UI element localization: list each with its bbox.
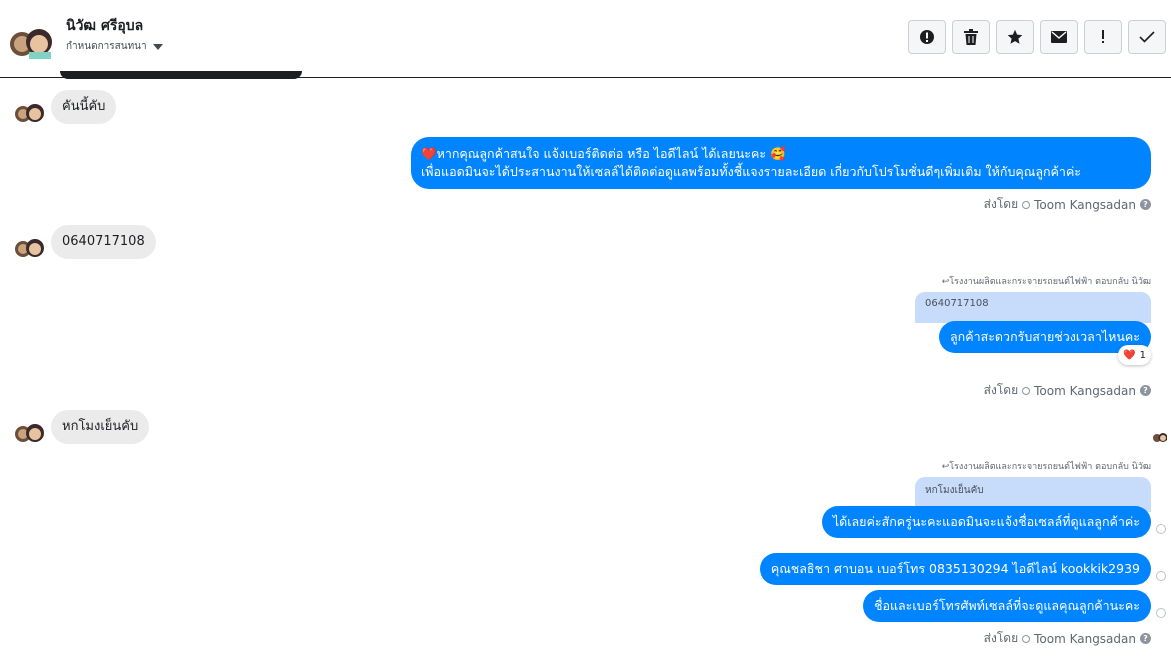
conversation-header: นิวัฒ ศรีอุบล กำหนดการสนทนา — [0, 0, 1171, 78]
mark-spam-button[interactable] — [908, 20, 946, 54]
outgoing-message: ได้เลยค่ะสักครู่นะคะแอดมินจะแจ้งชื่อเซลล… — [821, 506, 1151, 538]
star-icon — [1007, 29, 1023, 44]
help-icon[interactable]: ? — [1140, 633, 1151, 644]
contact-avatar[interactable] — [9, 25, 53, 59]
message-reaction[interactable]: ❤️ 1 — [1118, 345, 1151, 365]
incoming-message: 0640717108 — [51, 225, 156, 259]
contact-avatar-small — [15, 239, 44, 257]
heart-emoji: ❤️ — [421, 146, 437, 161]
sent-by-label: ส่งโดย Toom Kangsadan ? — [984, 381, 1151, 400]
sent-by-agent[interactable]: Toom Kangsadan — [1034, 632, 1136, 646]
delivered-check-icon — [1156, 524, 1166, 534]
outgoing-message: ชื่อและเบอร์โทรศัพท์เซลล์ที่จะดูแลคุณลูก… — [862, 590, 1151, 622]
delivered-check-icon — [1156, 571, 1166, 581]
incoming-message: หกโมงเย็นคับ — [51, 410, 150, 444]
seen-avatar-icon — [1153, 433, 1167, 442]
sent-by-agent[interactable]: Toom Kangsadan — [1034, 198, 1136, 212]
contact-avatar-small — [15, 424, 44, 442]
contact-avatar-small — [15, 104, 44, 122]
conversation-action-label: กำหนดการสนทนา — [66, 41, 147, 52]
delete-button[interactable] — [952, 20, 990, 54]
exclamation-icon — [1102, 30, 1104, 43]
contact-name: นิวัฒ ศรีอุบล — [66, 18, 144, 34]
delivered-check-icon — [1156, 608, 1166, 618]
heart-reaction-icon: ❤️ — [1123, 349, 1136, 361]
message-text-line-1: หากคุณลูกค้าสนใจ แจ้งเบอร์ติดต่อ หรือ ไอ… — [436, 146, 786, 161]
outgoing-message: ❤️หากคุณลูกค้าสนใจ แจ้งเบอร์ติดต่อ หรือ … — [411, 137, 1151, 189]
reply-quoted-message[interactable]: 0640717108 — [915, 292, 1151, 323]
sent-by-label: ส่งโดย Toom Kangsadan ? — [984, 195, 1151, 214]
incoming-message: คันนี้คับ — [51, 90, 117, 124]
conversation-action-dropdown[interactable]: กำหนดการสนทนา — [66, 39, 163, 54]
star-button[interactable] — [996, 20, 1034, 54]
reply-context-label: ↩โรงงานผลิตและกระจายรถยนต์ไฟฟ้า ตอบกลับ … — [941, 462, 1151, 472]
envelope-icon — [1051, 31, 1067, 43]
caret-down-icon — [152, 43, 163, 50]
mark-done-button[interactable] — [1128, 20, 1166, 54]
agent-status-icon — [1022, 200, 1031, 209]
message-text-line-2: เพื่อแอดมินจะได้ประสานงานให้เซลล์ได้ติดต… — [421, 164, 1082, 179]
sent-by-prefix: ส่งโดย — [983, 631, 1019, 645]
trash-icon — [964, 29, 978, 45]
outgoing-message: คุณชลธิชา ศาบอน เบอร์โทร 0835130294 ไอดี… — [759, 553, 1151, 585]
message-line: ❤️หากคุณลูกค้าสนใจ แจ้งเบอร์ติดต่อ หรือ … — [421, 145, 1141, 163]
reply-context-label: ↩โรงงานผลิตและกระจายรถยนต์ไฟฟ้า ตอบกลับ … — [941, 277, 1151, 287]
sent-by-label: ส่งโดย Toom Kangsadan ? — [984, 629, 1151, 648]
important-button[interactable] — [1084, 20, 1122, 54]
reaction-count: 1 — [1139, 349, 1146, 361]
check-icon — [1139, 31, 1155, 43]
sent-by-agent[interactable]: Toom Kangsadan — [1034, 384, 1136, 398]
previous-message-fragment — [60, 71, 302, 79]
mark-unread-button[interactable] — [1040, 20, 1078, 54]
sent-by-prefix: ส่งโดย — [983, 197, 1019, 211]
agent-status-icon — [1022, 634, 1031, 643]
alert-circle-icon — [920, 30, 934, 44]
help-icon[interactable]: ? — [1140, 199, 1151, 210]
agent-status-icon — [1022, 386, 1031, 395]
help-icon[interactable]: ? — [1140, 385, 1151, 396]
header-toolbar — [908, 20, 1166, 54]
sent-by-prefix: ส่งโดย — [983, 383, 1019, 397]
message-thread[interactable]: คันนี้คับ ❤️หากคุณลูกค้าสนใจ แจ้งเบอร์ติ… — [0, 71, 1171, 666]
